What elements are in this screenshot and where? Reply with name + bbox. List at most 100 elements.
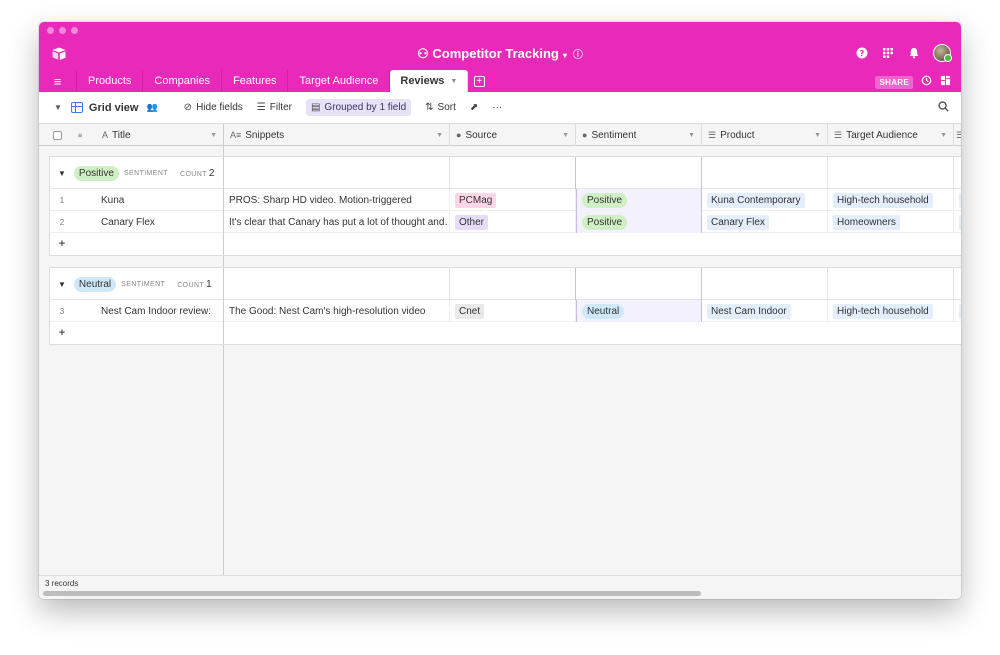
minimize-window-button[interactable]	[59, 27, 66, 34]
user-avatar[interactable]	[933, 44, 952, 62]
hide-fields-label: Hide fields	[196, 102, 243, 113]
chevron-down-icon[interactable]: ▼	[562, 132, 569, 139]
chevron-down-icon: ▾	[562, 51, 567, 60]
product-cell[interactable]: Canary Flex	[702, 211, 828, 233]
column-header-title[interactable]: A Title ▼	[95, 124, 224, 146]
tab-reviews[interactable]: Reviews ▼	[390, 70, 469, 92]
record-group-neutral: ▼ Neutral SENTIMENT COUNT 1 3 Nest Cam In…	[49, 267, 961, 345]
tab-label: Products	[88, 75, 132, 87]
collapse-group-icon[interactable]: ▼	[58, 280, 66, 289]
notification-bell-icon[interactable]	[907, 46, 921, 60]
horizontal-scrollbar[interactable]	[43, 591, 701, 596]
summary-bar: 3 records	[39, 575, 961, 599]
source-cell[interactable]: PCMag	[450, 189, 576, 211]
filter-button[interactable]: ☰ Filter	[257, 102, 292, 113]
sort-button[interactable]: ⇅ Sort	[425, 102, 456, 113]
target-audience-cell[interactable]: High-tech household	[828, 189, 954, 211]
hide-fields-button[interactable]: ⊘ Hide fields	[184, 102, 243, 113]
group-count-label: COUNT	[177, 281, 205, 289]
linked-record-chip: Homeowners	[833, 214, 900, 230]
target-audience-cell[interactable]: High-tech household	[828, 300, 954, 322]
source-cell[interactable]: Other	[450, 211, 576, 233]
table-row[interactable]: 2 Canary Flex It's clear that Canary has…	[50, 211, 961, 233]
chevron-down-icon[interactable]: ▼	[940, 132, 947, 139]
snippet-cell[interactable]: PROS: Sharp HD video. Motion-triggered	[224, 189, 450, 211]
base-title[interactable]: ⚇ Competitor Tracking ▾ ⓘ	[39, 46, 961, 62]
sidebar-toggle-icon[interactable]: ▼	[54, 103, 62, 112]
snippet-cell[interactable]: The Good: Nest Cam's high-resolution vid…	[224, 300, 450, 322]
add-record-row[interactable]: +	[50, 233, 961, 255]
column-header-sentiment[interactable]: ● Sentiment ▼	[576, 124, 702, 146]
history-icon[interactable]	[921, 75, 932, 89]
text-field-icon: A	[102, 130, 109, 140]
target-audience-cell[interactable]: Homeowners	[828, 211, 954, 233]
zoom-window-button[interactable]	[71, 27, 78, 34]
close-window-button[interactable]	[47, 27, 54, 34]
search-icon[interactable]	[938, 101, 949, 115]
group-header-cell	[702, 157, 828, 189]
column-header-overflow: ☰	[954, 124, 961, 146]
collapse-group-icon[interactable]: ▼	[58, 169, 66, 178]
chevron-down-icon[interactable]: ▼	[814, 132, 821, 139]
add-row-left	[50, 233, 224, 255]
sentiment-cell[interactable]: Positive	[576, 211, 702, 233]
group-label: Grouped by 1 field	[324, 102, 407, 113]
group-button[interactable]: ▤ Grouped by 1 field	[305, 99, 412, 116]
product-cell[interactable]: Kuna Contemporary	[702, 189, 828, 211]
sentiment-cell[interactable]: Neutral	[576, 300, 702, 322]
lock-icon: 🔒︎	[78, 130, 83, 139]
column-header-target-audience[interactable]: ☰ Target Audience ▼	[828, 124, 954, 146]
product-cell[interactable]: Nest Cam Indoor	[702, 300, 828, 322]
grid-view-icon	[70, 102, 83, 113]
apps-icon[interactable]	[881, 46, 895, 60]
select-all-checkbox[interactable]	[53, 130, 62, 140]
snippet-cell[interactable]: It's clear that Canary has put a lot of …	[224, 211, 450, 233]
info-icon[interactable]: ⓘ	[573, 50, 583, 61]
help-icon[interactable]: ?	[855, 46, 869, 60]
tab-target-audience[interactable]: Target Audience	[288, 70, 391, 92]
group-count-value: 2	[208, 167, 215, 179]
sentiment-cell[interactable]: Positive	[576, 189, 702, 211]
table-row[interactable]: 3 Nest Cam Indoor review: The Good: Nest…	[50, 300, 961, 322]
title-cell[interactable]: Canary Flex	[74, 211, 224, 233]
column-source-label: Source	[465, 129, 498, 141]
chevron-down-icon[interactable]: ▼	[688, 132, 695, 139]
source-chip: Cnet	[455, 303, 485, 319]
view-switcher[interactable]: Grid view 👥	[70, 102, 158, 114]
add-record-row[interactable]: +	[50, 322, 961, 344]
column-title-label: Title	[112, 129, 131, 141]
plus-icon[interactable]: +	[50, 233, 74, 255]
chevron-down-icon[interactable]: ▼	[436, 132, 443, 139]
share-view-button[interactable]: ⬈	[470, 102, 478, 113]
chevron-down-icon[interactable]: ▼	[210, 132, 217, 139]
title-cell[interactable]: Nest Cam Indoor review:	[74, 300, 224, 322]
more-options-button[interactable]: ···	[492, 102, 502, 113]
chevron-down-icon[interactable]: ▼	[450, 78, 457, 85]
record-group-positive: ▼ Positive SENTIMENT COUNT 2 1 Kuna PROS:…	[49, 156, 961, 256]
title-cell[interactable]: Kuna	[74, 189, 224, 211]
single-select-field-icon: ●	[456, 130, 462, 140]
add-table-button[interactable]: +	[468, 70, 490, 92]
title-bar: ⚇ Competitor Tracking ▾ ⓘ ? ≡ Products Com…	[39, 22, 961, 92]
tab-products[interactable]: Products	[77, 70, 144, 92]
top-right-actions: ?	[855, 44, 952, 62]
share-button[interactable]: SHARE	[875, 75, 913, 89]
group-count: COUNT 1	[177, 279, 211, 290]
share-area: SHARE	[875, 75, 951, 89]
source-cell[interactable]: Cnet	[450, 300, 576, 322]
column-header-source[interactable]: ● Source ▼	[450, 124, 576, 146]
plus-icon[interactable]: +	[50, 322, 74, 344]
row-number: 2	[59, 217, 65, 227]
tab-features[interactable]: Features	[222, 70, 289, 92]
app-window: ⚇ Competitor Tracking ▾ ⓘ ? ≡ Products Com…	[39, 22, 961, 599]
sort-icon: ⇅	[425, 102, 434, 113]
blocks-icon[interactable]	[940, 75, 951, 89]
long-text-field-icon: A≡	[230, 130, 242, 140]
column-header-snippets[interactable]: A≡ Snippets ▼	[224, 124, 450, 146]
hamburger-menu-icon[interactable]: ≡	[39, 70, 77, 92]
column-header-product[interactable]: ☰ Product ▼	[702, 124, 828, 146]
linked-record-chip	[959, 192, 961, 208]
column-sentiment-label: Sentiment	[591, 129, 637, 141]
tab-companies[interactable]: Companies	[143, 70, 223, 92]
table-row[interactable]: 1 Kuna PROS: Sharp HD video. Motion-trig…	[50, 189, 961, 211]
